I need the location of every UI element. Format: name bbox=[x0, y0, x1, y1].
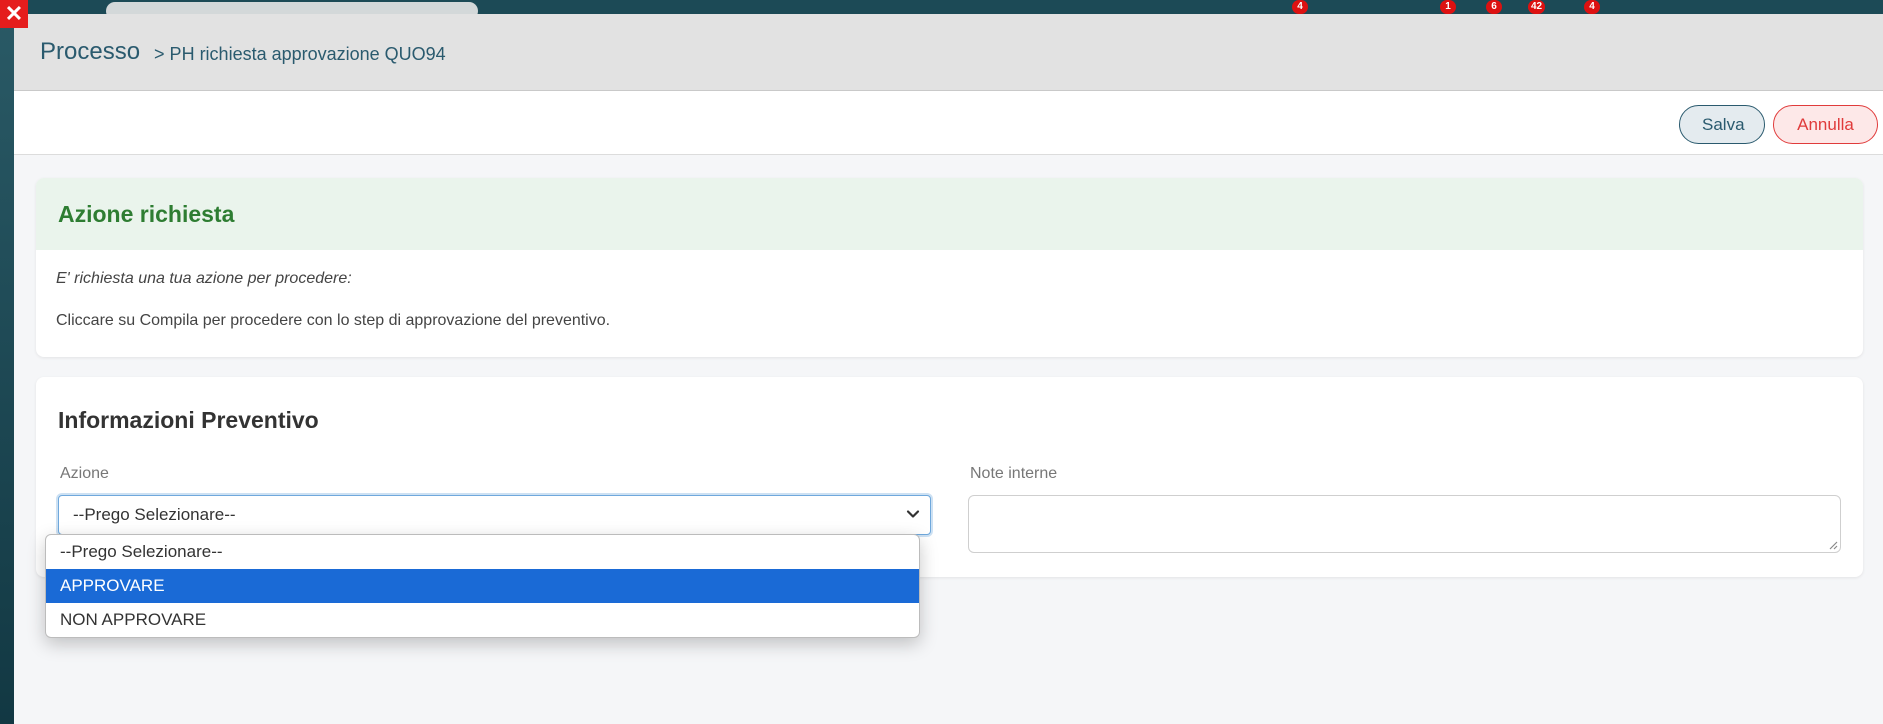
chevron-down-icon bbox=[906, 510, 920, 518]
modal-header: Processo > PH richiesta approvazione QUO… bbox=[14, 14, 1883, 91]
action-required-title: Azione richiesta bbox=[58, 200, 235, 227]
notification-badge: 6 bbox=[1486, 0, 1502, 14]
note-label: Note interne bbox=[970, 465, 1058, 482]
cancel-button[interactable]: Annulla bbox=[1773, 105, 1878, 144]
modal-title: Processo bbox=[40, 38, 141, 65]
action-required-intro: E' richiesta una tua azione per proceder… bbox=[56, 270, 352, 287]
action-required-instruction: Cliccare su Compila per procedere con lo… bbox=[56, 312, 611, 329]
save-button[interactable]: Salva bbox=[1679, 105, 1765, 144]
modal-toolbar: Salva Annulla bbox=[14, 91, 1883, 155]
dropdown-option[interactable]: NON APPROVARE bbox=[46, 603, 919, 637]
action-required-card: Azione richiesta E' richiesta una tua az… bbox=[36, 178, 1863, 357]
app-background-strip bbox=[0, 0, 14, 724]
note-interne-textarea[interactable] bbox=[968, 495, 1841, 553]
quote-info-title: Informazioni Preventivo bbox=[58, 407, 319, 433]
dropdown-option[interactable]: APPROVARE bbox=[46, 569, 919, 603]
action-required-header: Azione richiesta bbox=[36, 178, 1863, 250]
close-icon[interactable]: ✕ bbox=[0, 0, 28, 28]
azione-select-value: --Prego Selezionare-- bbox=[73, 505, 236, 524]
azione-dropdown-list: --Prego Selezionare-- APPROVARE NON APPR… bbox=[45, 534, 920, 638]
action-required-body: E' richiesta una tua azione per proceder… bbox=[36, 250, 1863, 357]
notification-badge: 1 bbox=[1440, 0, 1456, 14]
notification-badge: 4 bbox=[1584, 0, 1600, 14]
breadcrumb: > PH richiesta approvazione QUO94 bbox=[154, 43, 446, 64]
dropdown-option[interactable]: --Prego Selezionare-- bbox=[46, 535, 919, 569]
notification-badge: 42 bbox=[1528, 0, 1546, 14]
azione-label: Azione bbox=[60, 465, 109, 482]
notification-badge: 4 bbox=[1292, 0, 1308, 14]
azione-select[interactable]: --Prego Selezionare-- bbox=[58, 495, 931, 535]
resize-handle-icon[interactable] bbox=[1828, 540, 1838, 550]
